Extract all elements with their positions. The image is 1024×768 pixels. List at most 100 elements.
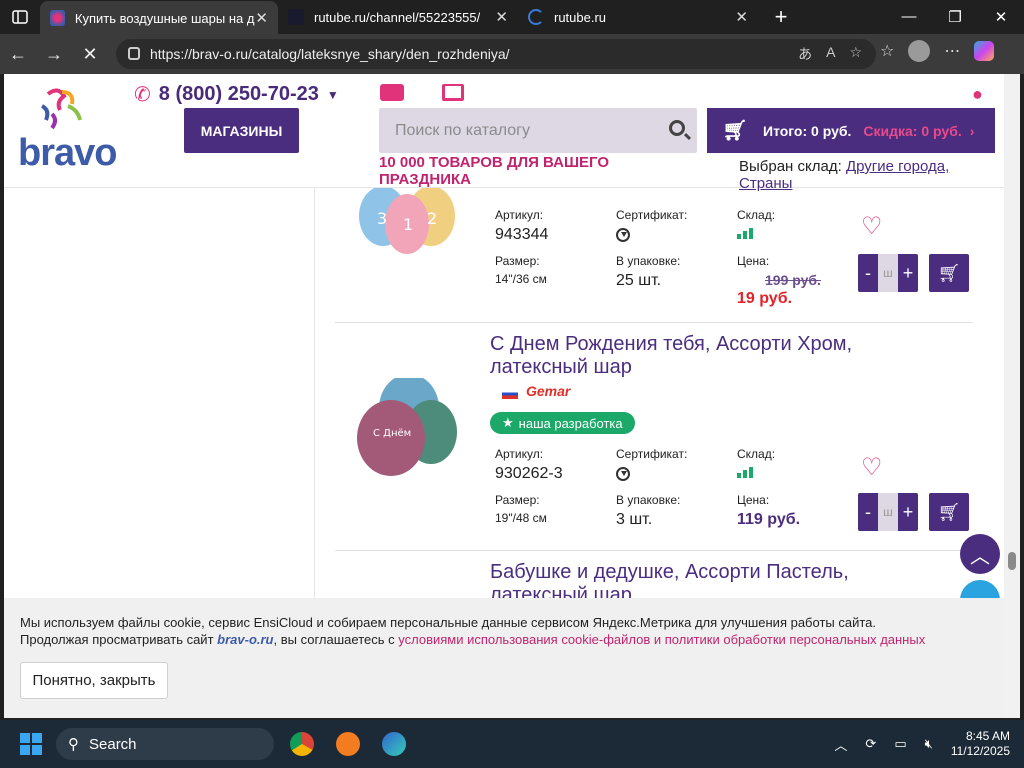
tab-rutube[interactable]: rutube.ru ✕	[518, 0, 758, 34]
qty-input[interactable]: ш	[878, 254, 898, 292]
rutube-favicon-icon	[288, 9, 304, 25]
size-label: Размер:	[495, 254, 540, 268]
cart-icon: 🛒︎	[722, 120, 748, 142]
taskbar-search-label: Search	[89, 735, 137, 753]
add-to-cart-button[interactable]: 🛒︎	[929, 254, 969, 292]
restore-icon[interactable]: ❐	[932, 8, 978, 26]
read-aloud-icon[interactable]: A	[826, 44, 835, 64]
pack-label: В упаковке:	[616, 254, 681, 268]
search-input[interactable]: Поиск по каталогу	[379, 108, 697, 153]
qty-plus-button[interactable]: +	[898, 263, 918, 284]
cookie-text-line1: Мы используем файлы cookie, сервис EnsiC…	[20, 615, 877, 630]
size-value: 19"/48 см	[495, 511, 547, 525]
favorite-heart-icon[interactable]: ♡	[861, 453, 883, 482]
cart-total: Итого: 0 руб.	[763, 122, 852, 139]
pack-label: В упаковке:	[616, 493, 681, 507]
tab-rutube-channel[interactable]: rutube.ru/channel/55223555/ ✕	[278, 0, 518, 34]
app-orange-icon[interactable]	[336, 732, 360, 756]
close-window-icon[interactable]: ✕	[978, 8, 1024, 26]
more-menu-icon[interactable]: ⋯	[944, 41, 960, 61]
stores-button[interactable]: МАГАЗИНЫ	[184, 108, 299, 153]
favorite-star-icon[interactable]: ☆	[849, 44, 862, 64]
cookie-site-name: brav-o.ru	[217, 632, 274, 647]
tab-title: Купить воздушные шары на ден	[74, 10, 256, 26]
display-icon[interactable]: ▭	[894, 736, 906, 752]
product-image[interactable]: 3 1 2	[351, 188, 461, 298]
phone-number[interactable]: ✆ 8 (800) 250-70-23 ▼	[134, 82, 339, 107]
catalog-book-icon[interactable]	[442, 84, 464, 101]
back-icon[interactable]: ←	[0, 44, 36, 65]
download-certificate-icon[interactable]	[616, 228, 630, 242]
close-tab-icon[interactable]: ✕	[255, 9, 268, 27]
chrome-icon[interactable]	[290, 732, 314, 756]
sync-icon[interactable]: ⟳	[865, 736, 876, 752]
price-label: Цена:	[737, 493, 770, 507]
price-label: Цена:	[737, 254, 770, 268]
brand-logo: Gemar	[526, 383, 571, 399]
old-price: 199 руб.	[765, 272, 821, 288]
cookie-text-middle: , вы соглашаетесь с	[273, 632, 395, 647]
card-icon[interactable]	[380, 84, 404, 101]
close-tab-icon[interactable]: ✕	[495, 8, 508, 26]
cookie-accept-button[interactable]: Понятно, закрыть	[20, 662, 168, 699]
qty-plus-button[interactable]: +	[898, 502, 918, 523]
favorite-heart-icon[interactable]: ♡	[861, 212, 883, 241]
loading-spinner-icon	[528, 9, 544, 25]
page-scrollbar[interactable]	[1004, 74, 1020, 718]
cookie-policy-link[interactable]: условиями использования cookie-файлов и …	[398, 632, 925, 647]
copilot-icon[interactable]	[974, 41, 995, 61]
download-certificate-icon[interactable]	[616, 467, 630, 481]
chevron-up-icon[interactable]: ︿	[834, 735, 847, 754]
close-tab-icon[interactable]: ✕	[735, 8, 748, 26]
price-value: 119 руб.	[737, 511, 801, 528]
product-title[interactable]: С Днем Рождения тебя, Ассорти Хром, лате…	[490, 333, 890, 379]
site-header: bravo ✆ 8 (800) 250-70-23 ▼ ● МАГАЗИНЫ П…	[4, 74, 1004, 192]
add-to-cart-button[interactable]: 🛒︎	[929, 493, 969, 531]
tab-bravo[interactable]: Купить воздушные шары на ден ✕	[40, 1, 278, 35]
cart-discount: Скидка: 0 руб.	[863, 122, 962, 139]
pack-value: 3 шт.	[616, 511, 653, 528]
window-controls: — ❐ ✕	[886, 8, 1024, 26]
chevron-down-icon[interactable]: ▼	[327, 88, 339, 102]
article-label: Артикул:	[495, 447, 544, 461]
taskbar-search[interactable]: ⚲ Search	[56, 728, 274, 760]
workspaces-icon[interactable]	[0, 0, 40, 34]
svg-text:2: 2	[427, 209, 437, 228]
scroll-to-top-button[interactable]: ︿	[960, 534, 1000, 574]
russia-flag-icon	[502, 389, 518, 399]
translate-icon[interactable]: あ	[798, 44, 812, 64]
cart-summary-button[interactable]: 🛒︎ Итого: 0 руб. Скидка: 0 руб. ›	[707, 108, 995, 153]
minimize-icon[interactable]: —	[886, 8, 932, 26]
promo-text: 10 000 ТОВАРОВ ДЛЯ ВАШЕГО ПРАЗДНИКА	[379, 154, 610, 188]
profile-avatar[interactable]	[908, 40, 931, 62]
forward-icon[interactable]: →	[36, 44, 72, 65]
edge-icon[interactable]	[382, 732, 406, 756]
clock[interactable]: 8:45 AM 11/12/2025	[951, 729, 1010, 759]
time: 8:45 AM	[965, 729, 1010, 743]
product-image[interactable]: С Днём	[351, 378, 461, 488]
logo-text[interactable]: bravo	[18, 132, 117, 175]
warehouse-label: Выбран склад:	[739, 158, 842, 175]
stock-label: Склад:	[737, 447, 776, 461]
url-text: https://brav-o.ru/catalog/lateksnye_shar…	[150, 46, 510, 62]
qty-input[interactable]: ш	[878, 493, 898, 531]
badge-label: наша разработка	[518, 415, 623, 431]
url-field[interactable]: https://brav-o.ru/catalog/lateksnye_shar…	[116, 39, 876, 69]
date: 11/12/2025	[950, 744, 1010, 758]
user-icon[interactable]: ●	[972, 84, 990, 104]
qty-minus-button[interactable]: -	[858, 502, 878, 523]
page-viewport: bravo ✆ 8 (800) 250-70-23 ▼ ● МАГАЗИНЫ П…	[4, 74, 1004, 718]
favorites-icon[interactable]: ☆	[880, 41, 894, 61]
volume-muted-icon[interactable]: 🔇︎	[925, 736, 933, 752]
stock-level-icon	[737, 467, 753, 478]
windows-start-icon[interactable]	[20, 733, 42, 755]
scrollbar-thumb[interactable]	[1008, 552, 1016, 570]
cookie-banner: Мы используем файлы cookie, сервис EnsiC…	[4, 598, 1004, 718]
lock-icon[interactable]	[128, 47, 140, 60]
phone-icon: ✆	[134, 84, 151, 106]
qty-minus-button[interactable]: -	[858, 263, 878, 284]
reload-icon[interactable]: ✕	[72, 44, 108, 65]
new-tab-button[interactable]: +	[764, 4, 798, 30]
phone-text: 8 (800) 250-70-23	[158, 83, 319, 105]
search-icon[interactable]	[669, 120, 685, 136]
